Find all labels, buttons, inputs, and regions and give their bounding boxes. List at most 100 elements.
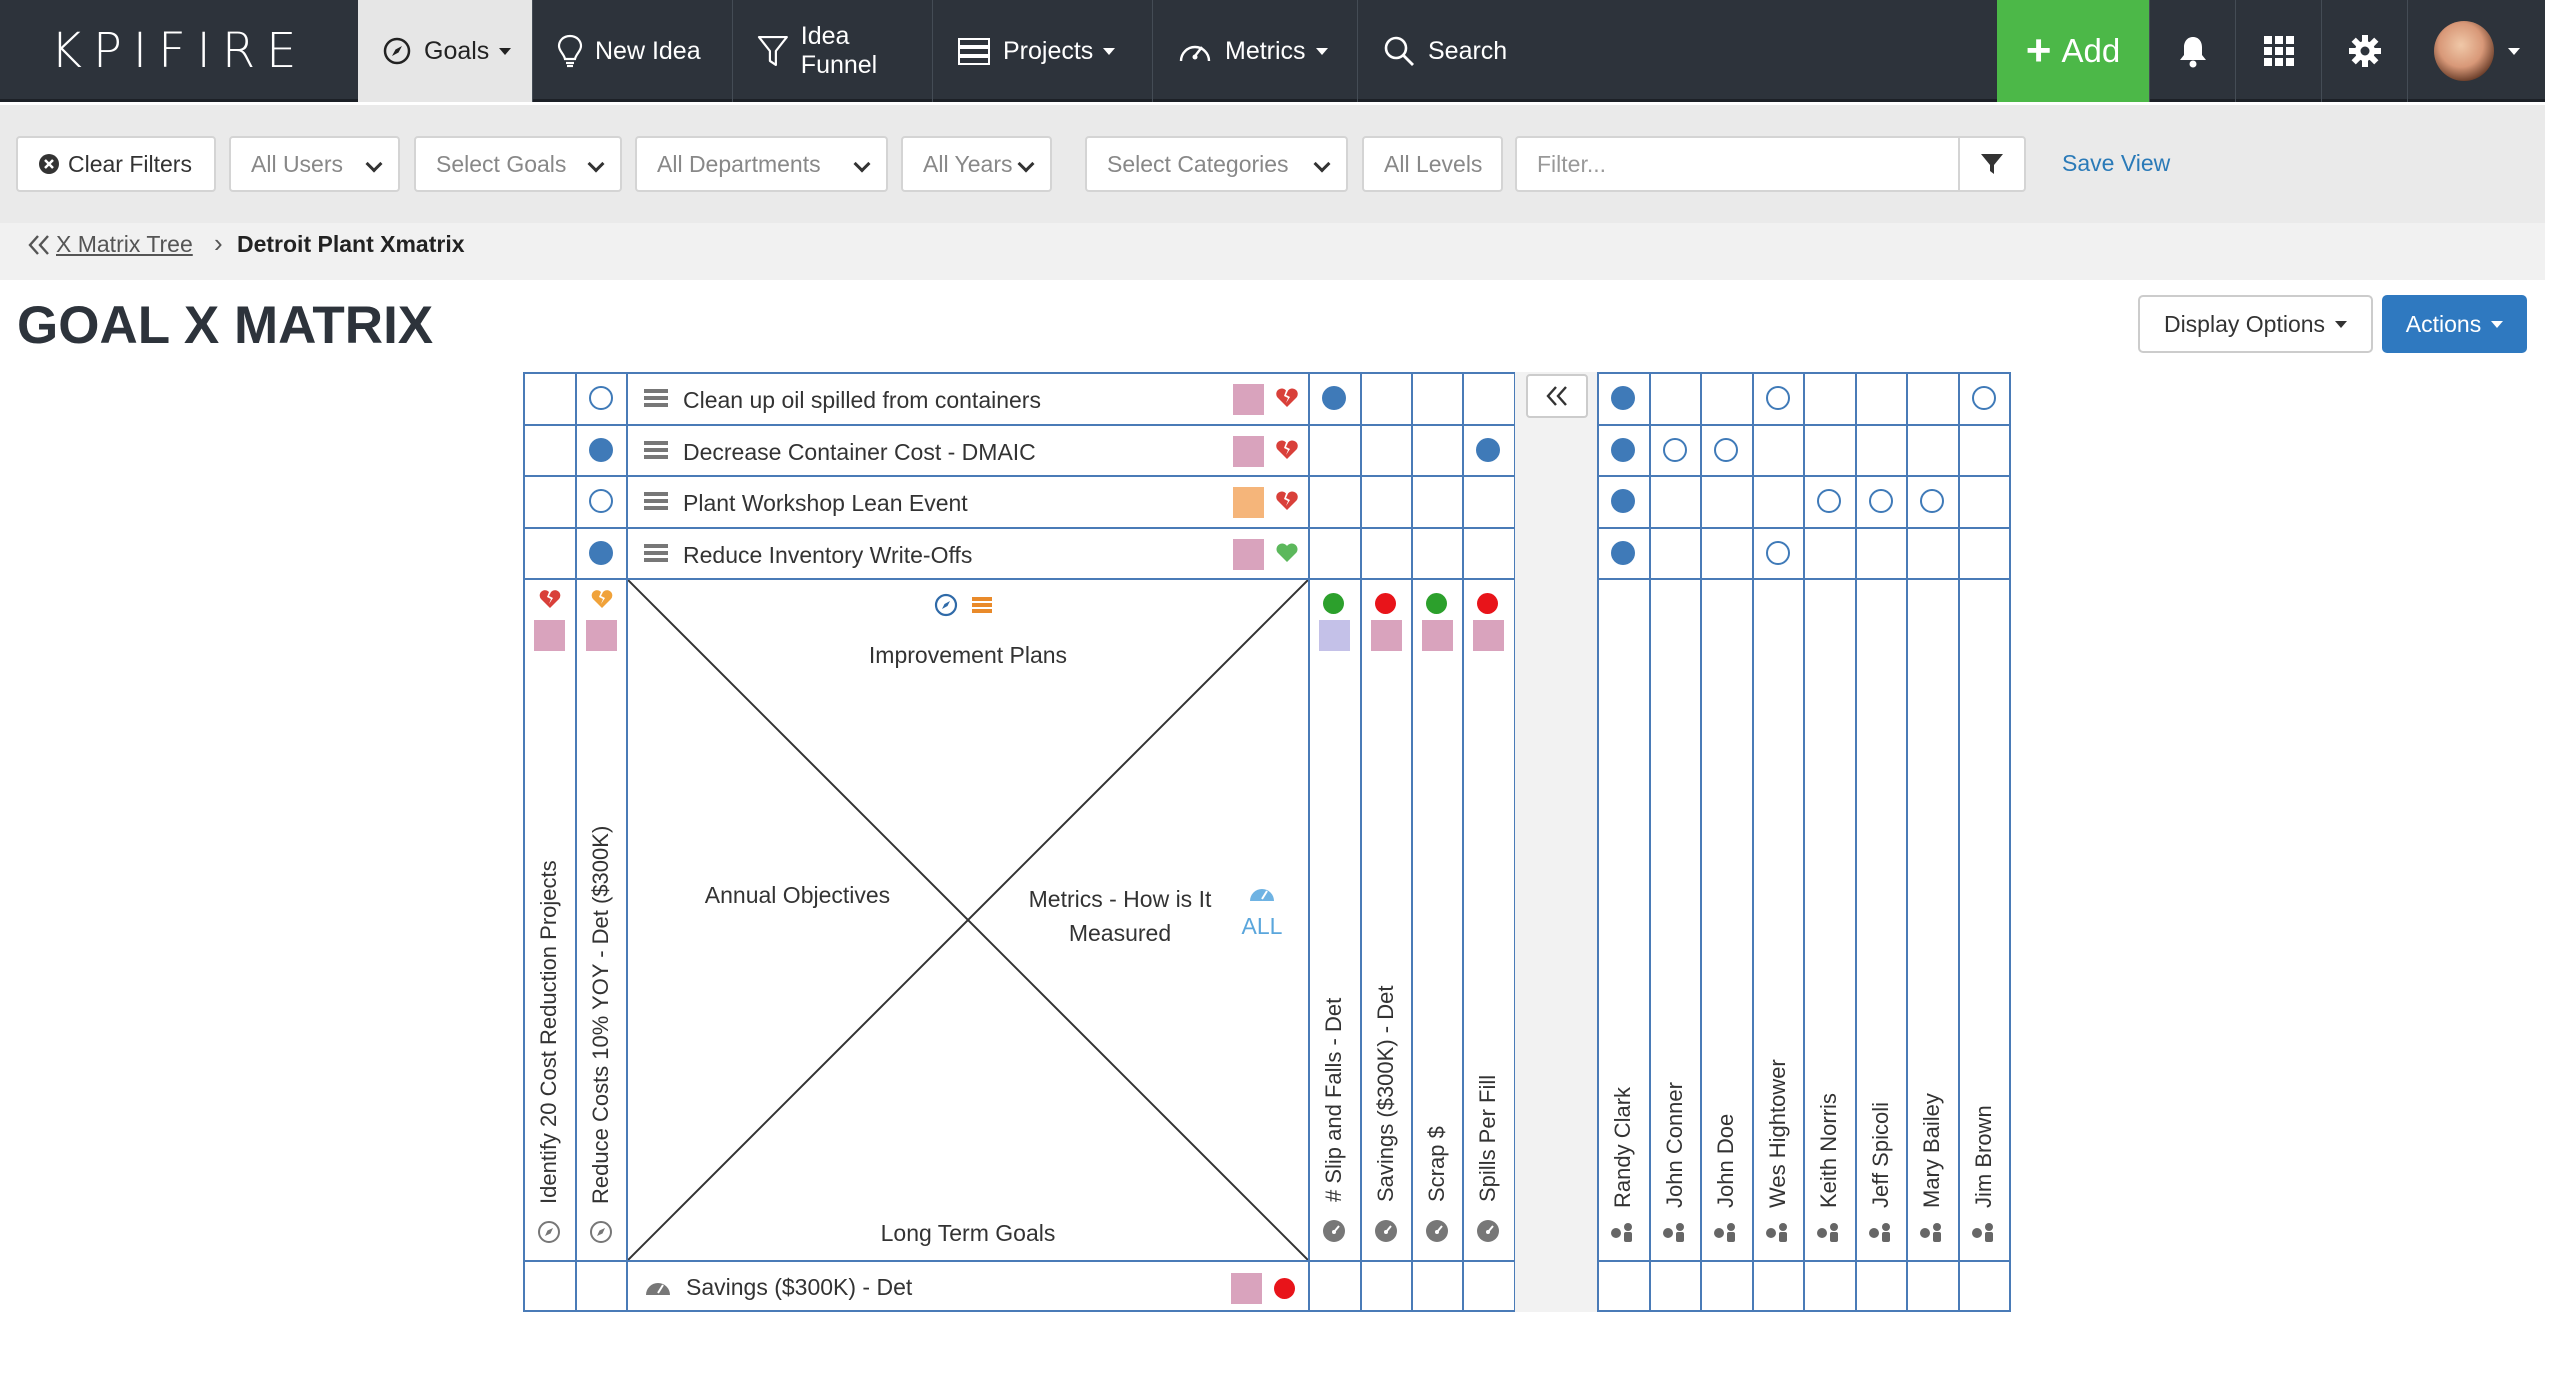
plan-metric-link-dot[interactable] xyxy=(1322,386,1346,410)
kpifire-logo[interactable]: KPIFIRE xyxy=(0,0,358,102)
gauge-icon xyxy=(1248,882,1276,909)
plan-person-link-dot[interactable] xyxy=(1920,489,1944,513)
plan-person-link-dot[interactable] xyxy=(1611,438,1635,462)
matrix-col-line xyxy=(1855,372,1857,1312)
person-name[interactable]: Jeff Spicoli xyxy=(1868,1102,1894,1208)
settings-button[interactable] xyxy=(2321,0,2407,102)
actions-label: Actions xyxy=(2405,310,2482,337)
person-name[interactable]: Jim Brown xyxy=(1971,1105,1997,1208)
users-filter-select[interactable]: All Users xyxy=(229,136,400,192)
levels-filter-value: All Levels xyxy=(1384,150,1483,177)
person-icon xyxy=(1816,1222,1842,1247)
nav-search[interactable]: Search xyxy=(1357,0,1997,102)
apps-button[interactable] xyxy=(2235,0,2321,102)
nav-metrics[interactable]: Metrics xyxy=(1152,0,1357,102)
nav-idea-funnel-label: Idea Funnel xyxy=(800,22,878,79)
nav-goals-label: Goals xyxy=(424,36,490,65)
plan-person-link-dot[interactable] xyxy=(1611,489,1635,513)
improvement-plan-name[interactable]: Plant Workshop Lean Event xyxy=(683,490,968,517)
add-button[interactable]: + Add xyxy=(1997,0,2149,102)
nav-metrics-label: Metrics xyxy=(1225,36,1306,65)
nav-idea-funnel[interactable]: Idea Funnel xyxy=(732,0,932,102)
categories-filter-select[interactable]: Select Categories xyxy=(1085,136,1348,192)
improvement-plan-name[interactable]: Decrease Container Cost - DMAIC xyxy=(683,439,1036,466)
plan-person-link-dot[interactable] xyxy=(1714,438,1738,462)
chevron-down-icon xyxy=(587,155,605,173)
matrix-col-line xyxy=(1308,372,1310,1312)
page-title: GOAL X MATRIX xyxy=(17,296,434,355)
display-options-button[interactable]: Display Options xyxy=(2138,295,2373,353)
actions-button[interactable]: Actions xyxy=(2382,295,2527,353)
broken-goal-icon xyxy=(539,588,561,615)
breadcrumb-parent-link[interactable]: X Matrix Tree xyxy=(26,231,193,258)
plan-objective-link-dot[interactable] xyxy=(589,541,613,565)
plan-person-link-dot[interactable] xyxy=(1972,386,1996,410)
plan-person-link-dot[interactable] xyxy=(1611,386,1635,410)
goals-filter-select[interactable]: Select Goals xyxy=(414,136,622,192)
window-edge xyxy=(2545,0,2560,1378)
matrix-col-line xyxy=(1803,372,1805,1312)
plan-person-link-dot[interactable] xyxy=(1663,438,1687,462)
metric-gauge-icon xyxy=(1475,1218,1501,1249)
apply-filter-button[interactable] xyxy=(1958,136,2026,192)
nav-projects[interactable]: Projects xyxy=(932,0,1152,102)
metric-name[interactable]: Scrap $ xyxy=(1424,1126,1450,1202)
plan-objective-link-dot[interactable] xyxy=(589,386,613,410)
notifications-button[interactable] xyxy=(2149,0,2235,102)
save-view-link[interactable]: Save View xyxy=(2062,150,2170,177)
matrix-col-line xyxy=(1700,372,1702,1312)
nav-projects-label: Projects xyxy=(1003,36,1094,65)
person-icon xyxy=(1765,1222,1791,1247)
levels-filter-select[interactable]: All Levels xyxy=(1362,136,1503,192)
compass-icon xyxy=(383,37,411,65)
plan-person-link-dot[interactable] xyxy=(1817,489,1841,513)
metric-status-dot xyxy=(1323,593,1344,614)
improvement-plan-name[interactable]: Reduce Inventory Write-Offs xyxy=(683,542,972,569)
objective-color-swatch xyxy=(586,620,617,651)
person-name[interactable]: Mary Bailey xyxy=(1919,1093,1945,1208)
person-name[interactable]: Wes Hightower xyxy=(1765,1059,1791,1208)
annual-objective-name[interactable]: Reduce Costs 10% YOY - Det ($300K) xyxy=(588,826,614,1204)
plan-objective-link-dot[interactable] xyxy=(589,438,613,462)
nav-new-idea[interactable]: New Idea xyxy=(532,0,732,102)
breadcrumb-current: Detroit Plant Xmatrix xyxy=(237,231,465,257)
metric-name[interactable]: Spills Per Fill xyxy=(1475,1075,1501,1202)
plan-metric-link-dot[interactable] xyxy=(1476,438,1500,462)
metric-gauge-icon xyxy=(1424,1218,1450,1249)
list-icon xyxy=(644,440,668,465)
annual-objective-name[interactable]: Identify 20 Cost Reduction Projects xyxy=(536,860,562,1204)
person-name[interactable]: Keith Norris xyxy=(1816,1093,1842,1208)
plan-person-link-dot[interactable] xyxy=(1766,386,1790,410)
double-chevron-left-icon xyxy=(1546,386,1567,406)
user-menu[interactable] xyxy=(2407,0,2545,102)
chevron-down-icon xyxy=(1017,155,1035,173)
breadcrumb-separator-icon: › xyxy=(214,228,223,258)
person-name[interactable]: John Conner xyxy=(1662,1082,1688,1208)
nav-goals[interactable]: Goals xyxy=(358,0,532,102)
collapse-people-button[interactable] xyxy=(1526,374,1588,418)
long-term-goal-name[interactable]: Savings ($300K) - Det xyxy=(686,1274,912,1301)
compass-icon xyxy=(589,1220,613,1249)
metric-name[interactable]: # Slip and Falls - Det xyxy=(1321,998,1347,1202)
person-name[interactable]: John Doe xyxy=(1713,1114,1739,1208)
metrics-all-link[interactable]: ALL xyxy=(1232,913,1292,940)
plan-person-link-dot[interactable] xyxy=(1869,489,1893,513)
plan-person-link-dot[interactable] xyxy=(1611,541,1635,565)
metric-name[interactable]: Savings ($300K) - Det xyxy=(1373,986,1399,1202)
improvement-plan-name[interactable]: Clean up oil spilled from containers xyxy=(683,387,1041,414)
years-filter-select[interactable]: All Years xyxy=(901,136,1052,192)
chevron-down-icon xyxy=(2335,320,2348,328)
annual-objectives-label: Annual Objectives xyxy=(704,882,891,908)
plan-objective-link-dot[interactable] xyxy=(589,489,613,513)
clear-filters-button[interactable]: Clear Filters xyxy=(16,136,216,192)
plan-person-link-dot[interactable] xyxy=(1766,541,1790,565)
person-name[interactable]: Randy Clark xyxy=(1610,1087,1636,1208)
chevron-down-icon xyxy=(365,155,383,173)
metric-gauge-icon xyxy=(1373,1218,1399,1249)
broken-goal-icon xyxy=(591,588,613,615)
departments-filter-select[interactable]: All Departments xyxy=(635,136,888,192)
plan-color-swatch xyxy=(1233,436,1264,467)
chevron-down-icon xyxy=(499,47,512,55)
filter-text-input[interactable]: Filter... xyxy=(1515,136,1961,192)
list-icon xyxy=(644,388,668,413)
